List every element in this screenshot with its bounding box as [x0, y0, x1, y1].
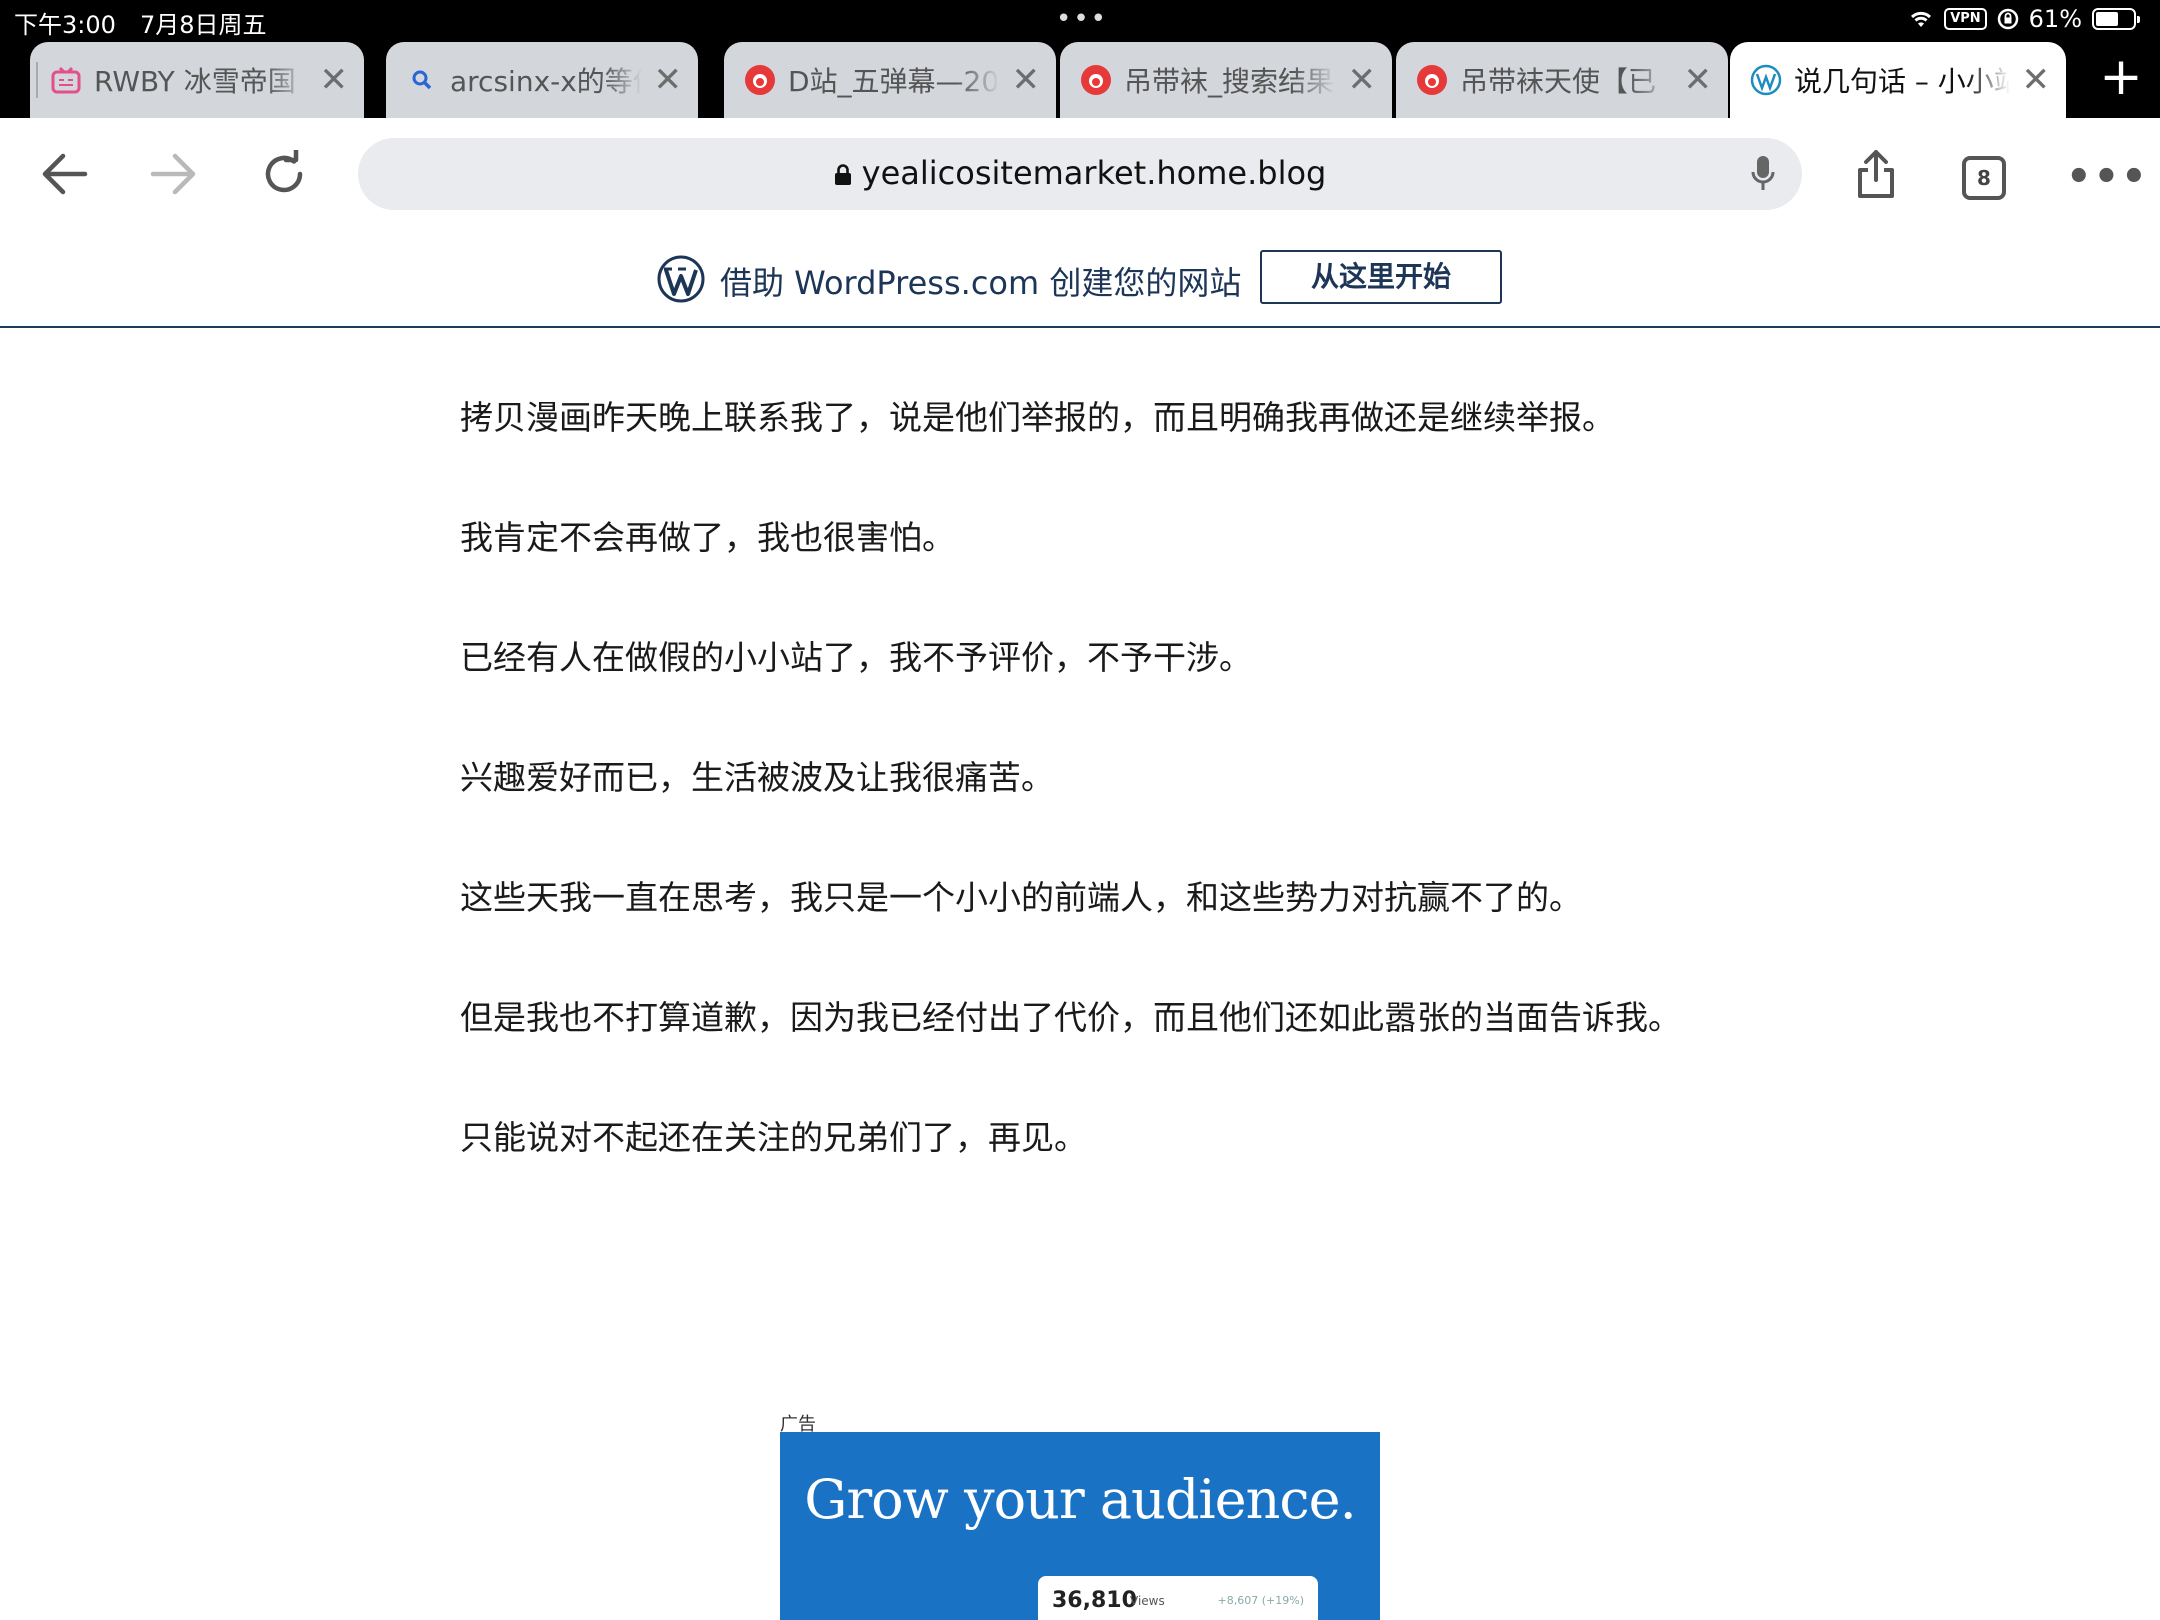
browser-toolbar: yealicositemarket.home.blog 8 ••• — [0, 118, 2160, 231]
tab-strip: RWBY 冰雪帝国 ✕ arcsinx-x的等价 ✕ D站_五弹幕—2022 ✕… — [0, 40, 2160, 118]
ad-stat-unit: Views — [1130, 1594, 1165, 1608]
close-icon[interactable]: ✕ — [320, 63, 349, 97]
ad-headline: Grow your audience. — [804, 1468, 1357, 1531]
url-display[interactable]: yealicositemarket.home.blog — [358, 154, 1802, 194]
reload-button[interactable] — [254, 144, 314, 204]
d-site-icon — [1080, 64, 1112, 96]
share-icon — [1858, 150, 1894, 198]
article-paragraph: 拷贝漫画昨天晚上联系我了，说是他们举报的，而且明确我再做还是继续举报。 — [460, 398, 1615, 437]
lock-icon — [834, 156, 852, 194]
arrow-left-icon — [42, 153, 88, 195]
tab-switcher-button[interactable]: 8 — [1962, 156, 2006, 200]
d-site-icon — [1416, 64, 1448, 96]
battery-icon — [2092, 8, 2140, 30]
tab-title: RWBY 冰雪帝国 — [94, 65, 296, 98]
ad-stat-delta: +8,607 (+19%) — [1217, 1594, 1304, 1607]
tab-stack-edge — [36, 62, 38, 98]
wordpress-logo-icon — [656, 254, 706, 308]
ad-stats-card: 36,810 Views +8,607 (+19%) — [1038, 1576, 1318, 1620]
tab-search-results[interactable]: 吊带袜_搜索结果 ✕ — [1060, 42, 1392, 118]
article-paragraph: 只能说对不起还在关注的兄弟们了，再见。 — [460, 1118, 1087, 1157]
search-icon — [406, 64, 438, 96]
new-tab-button[interactable]: + — [2082, 40, 2160, 118]
status-time: 下午3:00 — [14, 11, 116, 39]
close-icon[interactable]: ✕ — [1684, 63, 1713, 97]
share-button[interactable] — [1846, 144, 1906, 204]
article-body: 拷贝漫画昨天晚上联系我了，说是他们举报的，而且明确我再做还是继续举报。 我肯定不… — [460, 388, 1690, 1228]
start-here-button[interactable]: 从这里开始 — [1260, 250, 1502, 304]
tab-title: 说几句话 – 小小站 — [1794, 65, 2010, 98]
microphone-icon[interactable] — [1750, 154, 1776, 198]
article-paragraph: 兴趣爱好而已，生活被波及让我很痛苦。 — [460, 758, 1054, 797]
wordpress-promo-text: 借助 WordPress.com 创建您的网站 — [720, 264, 1242, 302]
tab-active-blog[interactable]: 说几句话 – 小小站 ✕ — [1730, 42, 2066, 118]
arrow-right-icon — [150, 153, 196, 195]
article-paragraph: 但是我也不打算道歉，因为我已经付出了代价，而且他们还如此嚣张的当面告诉我。 — [460, 998, 1681, 1037]
orientation-lock-icon — [1997, 8, 2018, 30]
tab-title: 吊带袜_搜索结果 — [1124, 65, 1335, 98]
status-bar: 下午3:00 7月8日周五 ••• VPN 61% — [0, 0, 2160, 40]
close-icon[interactable]: ✕ — [654, 63, 683, 97]
status-date: 7月8日周五 — [140, 11, 267, 39]
tab-title: 吊带袜天使【已 — [1460, 65, 1657, 98]
more-menu-icon[interactable]: ••• — [2066, 154, 2149, 200]
address-bar[interactable]: yealicositemarket.home.blog — [358, 138, 1802, 210]
multitasking-dots-icon[interactable]: ••• — [1056, 4, 1108, 34]
forward-button[interactable] — [144, 144, 204, 204]
tab-title: arcsinx-x的等价 — [450, 65, 642, 98]
wifi-icon — [1911, 11, 1932, 27]
ad-banner[interactable]: Grow your audience. 36,810 Views +8,607 … — [780, 1432, 1380, 1620]
tab-arcsinx[interactable]: arcsinx-x的等价 ✕ — [386, 42, 698, 118]
article-paragraph: 已经有人在做假的小小站了，我不予评价，不予干涉。 — [460, 638, 1252, 677]
status-right: VPN 61% — [1908, 5, 2140, 33]
tab-dsite-danmaku[interactable]: D站_五弹幕—2022 ✕ — [724, 42, 1056, 118]
close-icon[interactable]: ✕ — [2022, 63, 2051, 97]
back-button[interactable] — [34, 144, 94, 204]
tab-anime[interactable]: 吊带袜天使【已 ✕ — [1396, 42, 1728, 118]
wordpress-promo-banner: 借助 WordPress.com 创建您的网站 从这里开始 — [0, 230, 2160, 328]
battery-fill — [2096, 12, 2118, 26]
vpn-badge: VPN — [1944, 8, 1987, 30]
bilibili-tv-icon — [50, 64, 82, 96]
tab-rwby[interactable]: RWBY 冰雪帝国 ✕ — [30, 42, 364, 118]
battery-percent: 61% — [2028, 5, 2082, 33]
close-icon[interactable]: ✕ — [1348, 63, 1377, 97]
wordpress-icon — [1750, 64, 1782, 96]
d-site-icon — [744, 64, 776, 96]
article-paragraph: 我肯定不会再做了，我也很害怕。 — [460, 518, 955, 557]
article-paragraph: 这些天我一直在思考，我只是一个小小的前端人，和这些势力对抗赢不了的。 — [460, 878, 1582, 917]
reload-icon — [265, 150, 303, 193]
tab-title: D站_五弹幕—2022 — [788, 65, 1000, 98]
url-text: yealicositemarket.home.blog — [861, 154, 1327, 192]
close-icon[interactable]: ✕ — [1012, 63, 1041, 97]
ad-stat-value: 36,810 — [1052, 1588, 1137, 1613]
